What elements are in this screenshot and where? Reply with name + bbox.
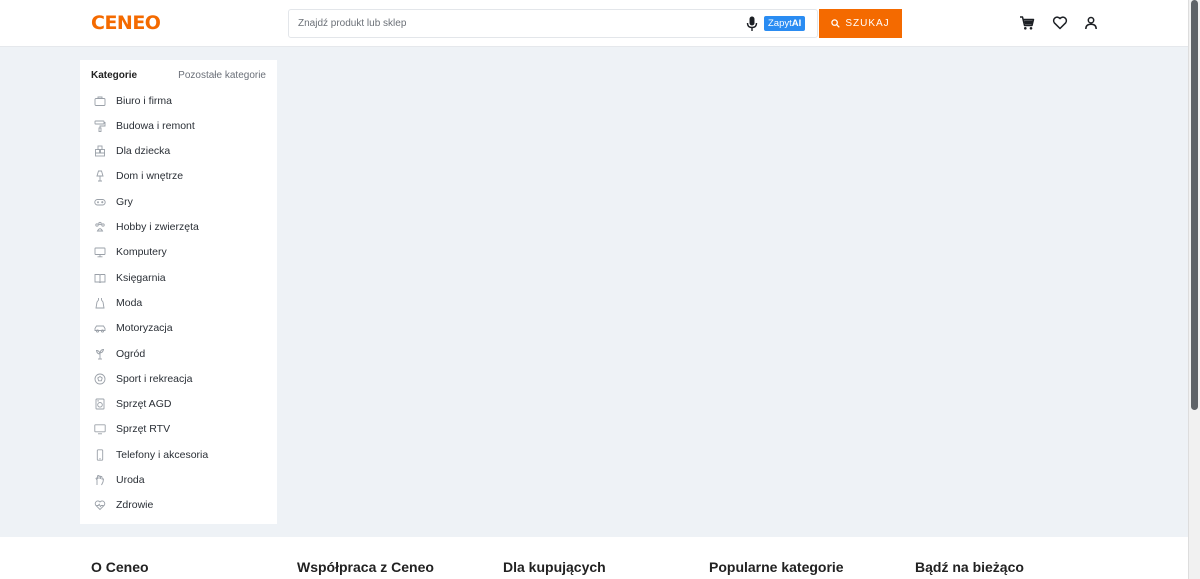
category-item[interactable]: Księgarnia [80, 265, 277, 290]
site-footer: O Ceneo Współpraca z Ceneo Dla kupującyc… [0, 537, 1188, 579]
category-label: Sport i rekreacja [116, 372, 193, 385]
scrollbar-thumb[interactable] [1191, 0, 1198, 410]
category-item[interactable]: Budowa i remont [80, 113, 277, 138]
category-label: Hobby i zwierzęta [116, 221, 199, 233]
category-item[interactable]: Uroda [80, 468, 277, 493]
category-label: Telefony i akcesoria [116, 448, 209, 461]
book-icon [94, 273, 106, 283]
category-item[interactable]: Sprzęt RTV [80, 417, 277, 442]
gamepad-icon [94, 198, 106, 206]
zapyt-prefix: Zapyt [768, 18, 792, 29]
other-categories-link[interactable]: Pozostałe kategorie [178, 70, 266, 81]
category-label: Dom i wnętrze [116, 170, 184, 183]
category-item[interactable]: Hobby i zwierzęta [80, 215, 277, 240]
category-label: Księgarnia [116, 271, 166, 284]
category-label: Moda [116, 296, 143, 309]
site-header: CENEO ZapytAI SZUKAJ [0, 0, 1188, 47]
category-label: Sprzęt AGD [116, 398, 172, 411]
tv-icon [94, 424, 106, 435]
category-label: Komputery [116, 246, 167, 259]
blocks-icon [95, 145, 105, 157]
category-label: Budowa i remont [116, 119, 195, 132]
category-item[interactable]: Motoryzacja [80, 316, 277, 341]
user-icon[interactable] [1083, 15, 1099, 31]
category-item[interactable]: Moda [80, 290, 277, 315]
search-button[interactable]: SZUKAJ [819, 9, 902, 38]
lamp-icon [96, 170, 104, 182]
page-scrollbar[interactable] [1188, 0, 1200, 579]
category-item[interactable]: Komputery [80, 240, 277, 265]
phone-icon [96, 449, 104, 461]
cart-icon[interactable] [1019, 15, 1035, 31]
footer-heading-cooperation: Współpraca z Ceneo [297, 559, 434, 575]
category-item[interactable]: Biuro i firma [80, 88, 277, 113]
heart-icon[interactable] [1052, 15, 1068, 31]
categories-heading: Kategorie [91, 70, 138, 81]
category-label: Motoryzacja [116, 322, 173, 335]
washing-machine-icon [95, 398, 105, 410]
search-icon [831, 19, 841, 28]
briefcase-icon [94, 96, 106, 106]
category-label: Uroda [116, 474, 145, 486]
dress-icon [95, 297, 105, 309]
category-item[interactable]: Dom i wnętrze [80, 164, 277, 189]
search-button-label: SZUKAJ [845, 18, 890, 29]
ceneo-logo[interactable]: CENEO [91, 12, 161, 34]
paw-icon [95, 221, 105, 232]
footer-heading-popular: Popularne kategorie [709, 559, 844, 575]
category-label: Dla dziecka [116, 145, 171, 158]
plant-icon [95, 348, 105, 359]
category-item[interactable]: Gry [80, 189, 277, 214]
categories-panel: Kategorie Pozostałe kategorie Biuro i fi… [80, 60, 277, 524]
search-bar: ZapytAI [288, 9, 818, 38]
paint-roller-icon [94, 120, 106, 132]
category-label: Zdrowie [116, 499, 154, 512]
category-item[interactable]: Ogród [80, 341, 277, 366]
zapyt-ai-button[interactable]: ZapytAI [764, 16, 806, 31]
category-label: Sprzęt RTV [116, 423, 171, 436]
heart-pulse-icon [94, 500, 106, 511]
microphone-icon[interactable] [746, 16, 758, 32]
category-label: Gry [116, 195, 133, 208]
category-label: Biuro i firma [116, 94, 173, 107]
monitor-icon [94, 247, 106, 258]
category-item[interactable]: Zdrowie [80, 493, 277, 518]
category-item[interactable]: Sport i rekreacja [80, 366, 277, 391]
ball-icon [94, 373, 106, 385]
footer-heading-updates: Bądź na bieżąco [915, 559, 1024, 575]
hand-icon [95, 475, 104, 486]
search-input[interactable] [289, 10, 729, 37]
category-item[interactable]: Sprzęt AGD [80, 392, 277, 417]
category-label: Ogród [116, 347, 146, 360]
footer-heading-buyers: Dla kupujących [503, 559, 606, 575]
zapyt-suffix: AI [791, 18, 802, 29]
footer-heading-about: O Ceneo [91, 559, 149, 575]
category-item[interactable]: Dla dziecka [80, 139, 277, 164]
car-icon [94, 325, 106, 333]
category-item[interactable]: Telefony i akcesoria [80, 442, 277, 467]
